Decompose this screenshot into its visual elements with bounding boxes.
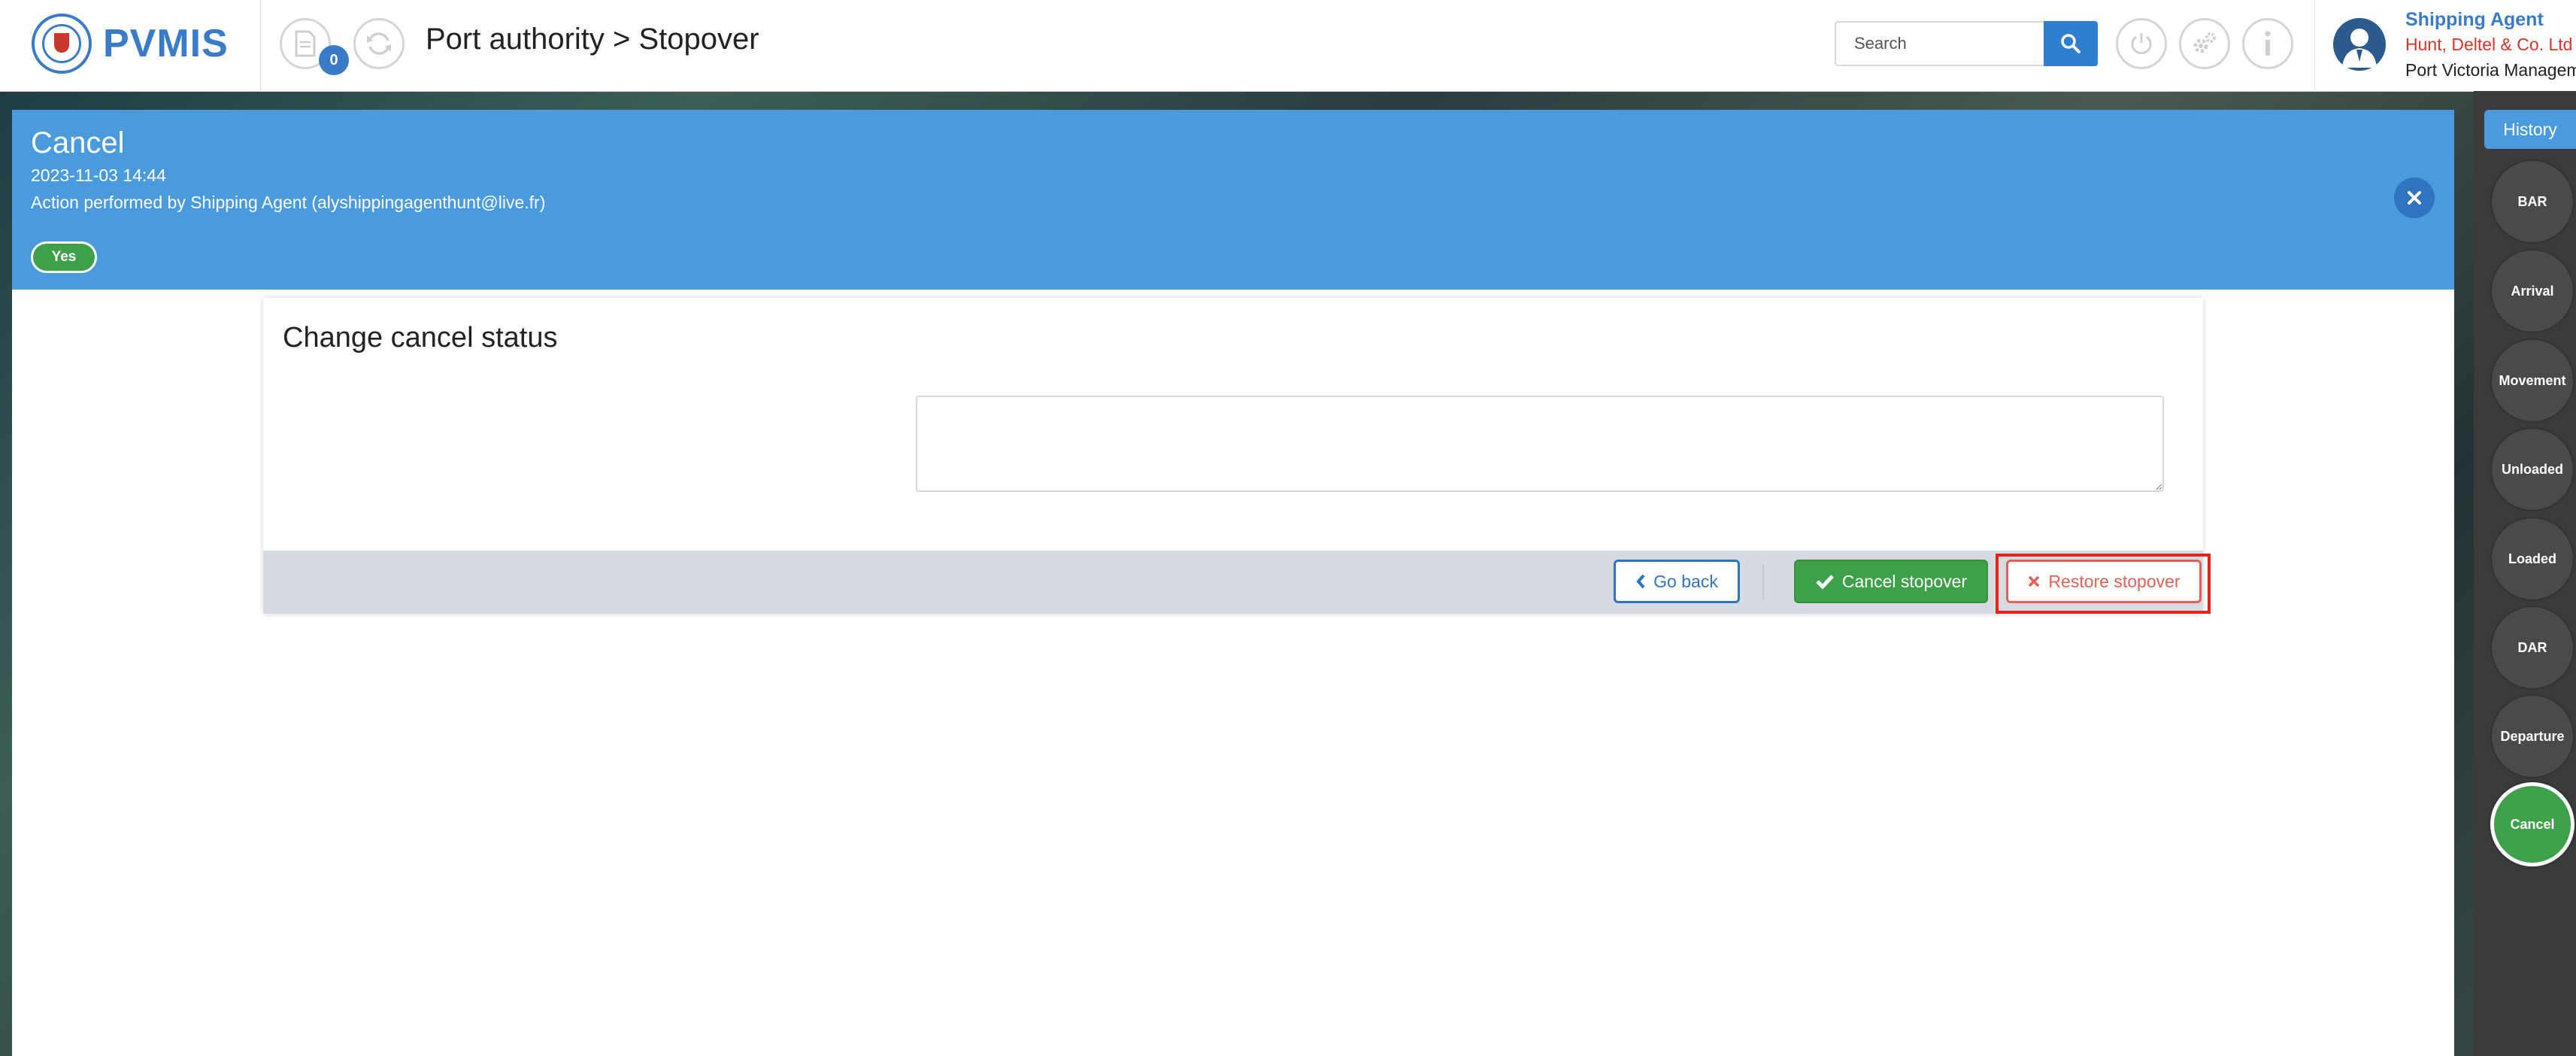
- change-status-form: Change cancel status Comment Go back Can…: [263, 298, 2211, 614]
- close-icon: [2408, 191, 2421, 205]
- info-button[interactable]: [2242, 18, 2293, 69]
- status-badge: Yes: [31, 241, 97, 273]
- top-header: PVMIS 0 Port authority > Stopover Search…: [0, 0, 2576, 92]
- step-bar[interactable]: BAR: [2492, 161, 2573, 242]
- search-icon: [2061, 34, 2080, 53]
- panel-header: Cancel 2023-11-03 14:44 Action performed…: [12, 110, 2454, 290]
- step-departure[interactable]: Departure: [2492, 696, 2573, 777]
- user-organization: Port Victoria Managem: [2405, 60, 2576, 80]
- info-icon: [2265, 31, 2271, 56]
- gears-icon: [2193, 32, 2216, 53]
- footer-divider: [1762, 564, 1764, 600]
- notifications-badge: 0: [319, 45, 349, 75]
- close-panel-button[interactable]: [2394, 178, 2435, 218]
- step-arrival[interactable]: Arrival: [2492, 250, 2573, 332]
- history-tab[interactable]: History: [2484, 110, 2576, 149]
- comment-field[interactable]: [916, 396, 2164, 492]
- check-icon: [1816, 575, 1834, 590]
- user-company: Hunt, Deltel & Co. Ltd: [2405, 35, 2573, 54]
- form-footer: Go back Cancel stopover Restore stopover: [263, 551, 2211, 614]
- logo-area[interactable]: PVMIS: [0, 0, 261, 91]
- user-profile[interactable]: Shipping Agent Hunt, Deltel & Co. Ltd Po…: [2314, 0, 2576, 91]
- go-back-button[interactable]: Go back: [1614, 560, 1740, 603]
- step-loaded[interactable]: Loaded: [2492, 518, 2573, 599]
- highlight-box: [1996, 554, 2211, 614]
- power-icon: [2131, 33, 2152, 55]
- logo-text: PVMIS: [103, 22, 229, 65]
- user-avatar-icon: [2342, 29, 2377, 68]
- form-title: Change cancel status: [283, 322, 558, 354]
- search-button[interactable]: [2044, 21, 2098, 66]
- step-unloaded[interactable]: Unloaded: [2492, 429, 2573, 510]
- panel-title: Cancel: [31, 126, 125, 159]
- go-back-label: Go back: [1653, 571, 1718, 591]
- refresh-button[interactable]: [353, 18, 405, 69]
- cancel-panel: Cancel 2023-11-03 14:44 Action performed…: [12, 110, 2454, 1056]
- user-role: Shipping Agent: [2405, 9, 2544, 30]
- step-dar[interactable]: DAR: [2492, 607, 2573, 688]
- page-breadcrumb: Port authority > Stopover: [426, 23, 759, 56]
- refresh-icon: [367, 32, 391, 55]
- panel-date: 2023-11-03 14:44: [31, 165, 166, 185]
- document-icon: [295, 30, 316, 57]
- step-cancel[interactable]: Cancel: [2490, 782, 2574, 866]
- settings-button[interactable]: [2179, 18, 2230, 69]
- cancel-stopover-button[interactable]: Cancel stopover: [1794, 560, 1988, 603]
- search-input[interactable]: [1835, 21, 2045, 66]
- logo-emblem-icon: [32, 14, 92, 74]
- step-movement[interactable]: Movement: [2492, 340, 2573, 421]
- cancel-stopover-label: Cancel stopover: [1841, 571, 1968, 591]
- chevron-left-icon: [1636, 574, 1645, 589]
- logout-button[interactable]: [2116, 18, 2167, 69]
- avatar: [2333, 18, 2386, 71]
- panel-action-text: Action performed by Shipping Agent (alys…: [31, 193, 546, 212]
